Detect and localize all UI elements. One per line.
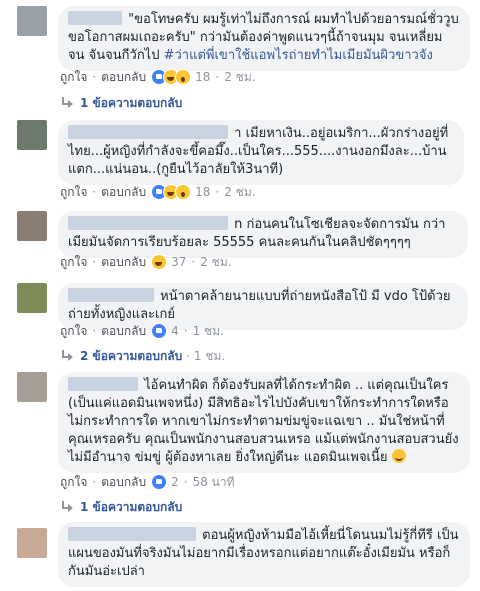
separator: · <box>215 185 220 199</box>
comment-time[interactable]: 1 ชม. <box>193 323 224 339</box>
reply-button[interactable]: ตอบกลับ <box>101 254 146 270</box>
comment-time[interactable]: 2 ชม. <box>200 254 231 270</box>
reply-arrow-icon <box>60 97 74 109</box>
comment-bubble: ตอนผู้หญิงห้ามมือไอ้เหี้ยนี่โดนนมไม่รู้ก… <box>58 522 470 587</box>
smile-emoji-icon <box>391 449 406 463</box>
commenter-name-redacted[interactable] <box>68 527 196 541</box>
view-replies-link[interactable]: 1 ข้อความตอบกลับ <box>60 499 182 515</box>
commenter-name-redacted[interactable] <box>68 125 228 139</box>
separator: · <box>92 324 97 338</box>
reaction-summary[interactable]: 18 <box>151 184 210 200</box>
like-reaction-icon <box>151 474 168 490</box>
like-button[interactable]: ถูกใจ <box>60 184 87 200</box>
separator: · <box>92 255 97 269</box>
like-button[interactable]: ถูกใจ <box>60 474 87 490</box>
separator: · <box>215 70 220 84</box>
comment-time[interactable]: 2 ชม. <box>224 69 255 85</box>
comment-actions: ถูกใจ · ตอบกลับ 18 · 2 ชม. <box>60 184 256 200</box>
avatar[interactable] <box>17 528 47 558</box>
view-replies-link[interactable]: 2 ข้อความตอบกลับ · 1 ชม. <box>60 348 225 364</box>
haha-reaction-icon <box>151 254 168 270</box>
commenter-name-redacted[interactable] <box>68 377 138 391</box>
reaction-count: 18 <box>195 185 211 199</box>
comment-actions: ถูกใจ · ตอบกลับ 2 · 58 นาที <box>60 474 235 490</box>
reaction-count: 4 <box>171 324 179 338</box>
commenter-name-redacted[interactable] <box>68 11 122 25</box>
comment-bubble: า เมียหาเงิน..อยู่อเมริกา...ผัวกร่างอยู่… <box>58 120 464 185</box>
commenter-name-redacted[interactable] <box>68 216 228 230</box>
comment-bubble: ไอ้คนทำผิด ก็ต้องรับผลที่ได้กระทำผิด .. … <box>58 372 470 473</box>
reaction-count: 37 <box>171 255 187 269</box>
reply-arrow-icon <box>60 501 74 513</box>
avatar[interactable] <box>17 372 47 402</box>
reaction-summary[interactable]: 37 <box>151 254 186 270</box>
replies-label: 1 ข้อความตอบกลับ <box>80 96 183 110</box>
comment-actions: ถูกใจ · ตอบกลับ 18 · 2 ชม. <box>60 69 256 85</box>
reply-button[interactable]: ตอบกลับ <box>101 69 146 85</box>
separator: · <box>183 324 188 338</box>
separator: · <box>92 70 97 84</box>
view-replies-link[interactable]: 1 ข้อความตอบกลับ <box>60 95 182 111</box>
avatar[interactable] <box>17 6 47 36</box>
comment-bubble: n ก่อนคนในโซเชียลจะจัดการมัน กว่าเมียมัน… <box>58 211 468 258</box>
like-button[interactable]: ถูกใจ <box>60 254 87 270</box>
replies-label: 1 ข้อความตอบกลับ <box>80 500 183 514</box>
separator: · <box>183 475 188 489</box>
avatar[interactable] <box>17 120 47 150</box>
hashtag-link[interactable]: #ว่าแต่พี่เขาใช้แอพไรถ่ายทำไมเมียมันผิวข… <box>164 48 433 63</box>
comment-actions: ถูกใจ · ตอบกลับ 37 · 2 ชม. <box>60 254 232 270</box>
comment-time[interactable]: 58 นาที <box>193 474 235 490</box>
separator: · <box>92 185 97 199</box>
reaction-count: 18 <box>195 70 211 84</box>
reaction-summary[interactable]: 4 <box>151 323 179 339</box>
reaction-count: 2 <box>171 475 179 489</box>
reaction-summary[interactable]: 18 <box>151 69 210 85</box>
commenter-name-redacted[interactable] <box>68 288 154 302</box>
like-button[interactable]: ถูกใจ <box>60 69 87 85</box>
replies-time: · 1 ชม. <box>186 349 226 363</box>
wow-reaction-icon <box>175 69 192 85</box>
reply-arrow-icon <box>60 350 74 362</box>
comment-time[interactable]: 2 ชม. <box>224 184 255 200</box>
comment-bubble: "ขอโทษครับ ผมรู้เท่าไม่ถึงการณ์ ผมทำไปด้… <box>58 6 470 71</box>
replies-label: 2 ข้อความตอบกลับ <box>80 349 183 363</box>
reply-button[interactable]: ตอบกลับ <box>101 184 146 200</box>
reaction-summary[interactable]: 2 <box>151 474 179 490</box>
like-reaction-icon <box>151 323 168 339</box>
reply-button[interactable]: ตอบกลับ <box>101 323 146 339</box>
wow-reaction-icon <box>175 184 192 200</box>
avatar[interactable] <box>17 283 47 313</box>
separator: · <box>92 475 97 489</box>
avatar[interactable] <box>17 211 47 241</box>
comment-actions: ถูกใจ · ตอบกลับ 4 · 1 ชม. <box>60 323 224 339</box>
like-button[interactable]: ถูกใจ <box>60 323 87 339</box>
separator: · <box>191 255 196 269</box>
reply-button[interactable]: ตอบกลับ <box>101 474 146 490</box>
